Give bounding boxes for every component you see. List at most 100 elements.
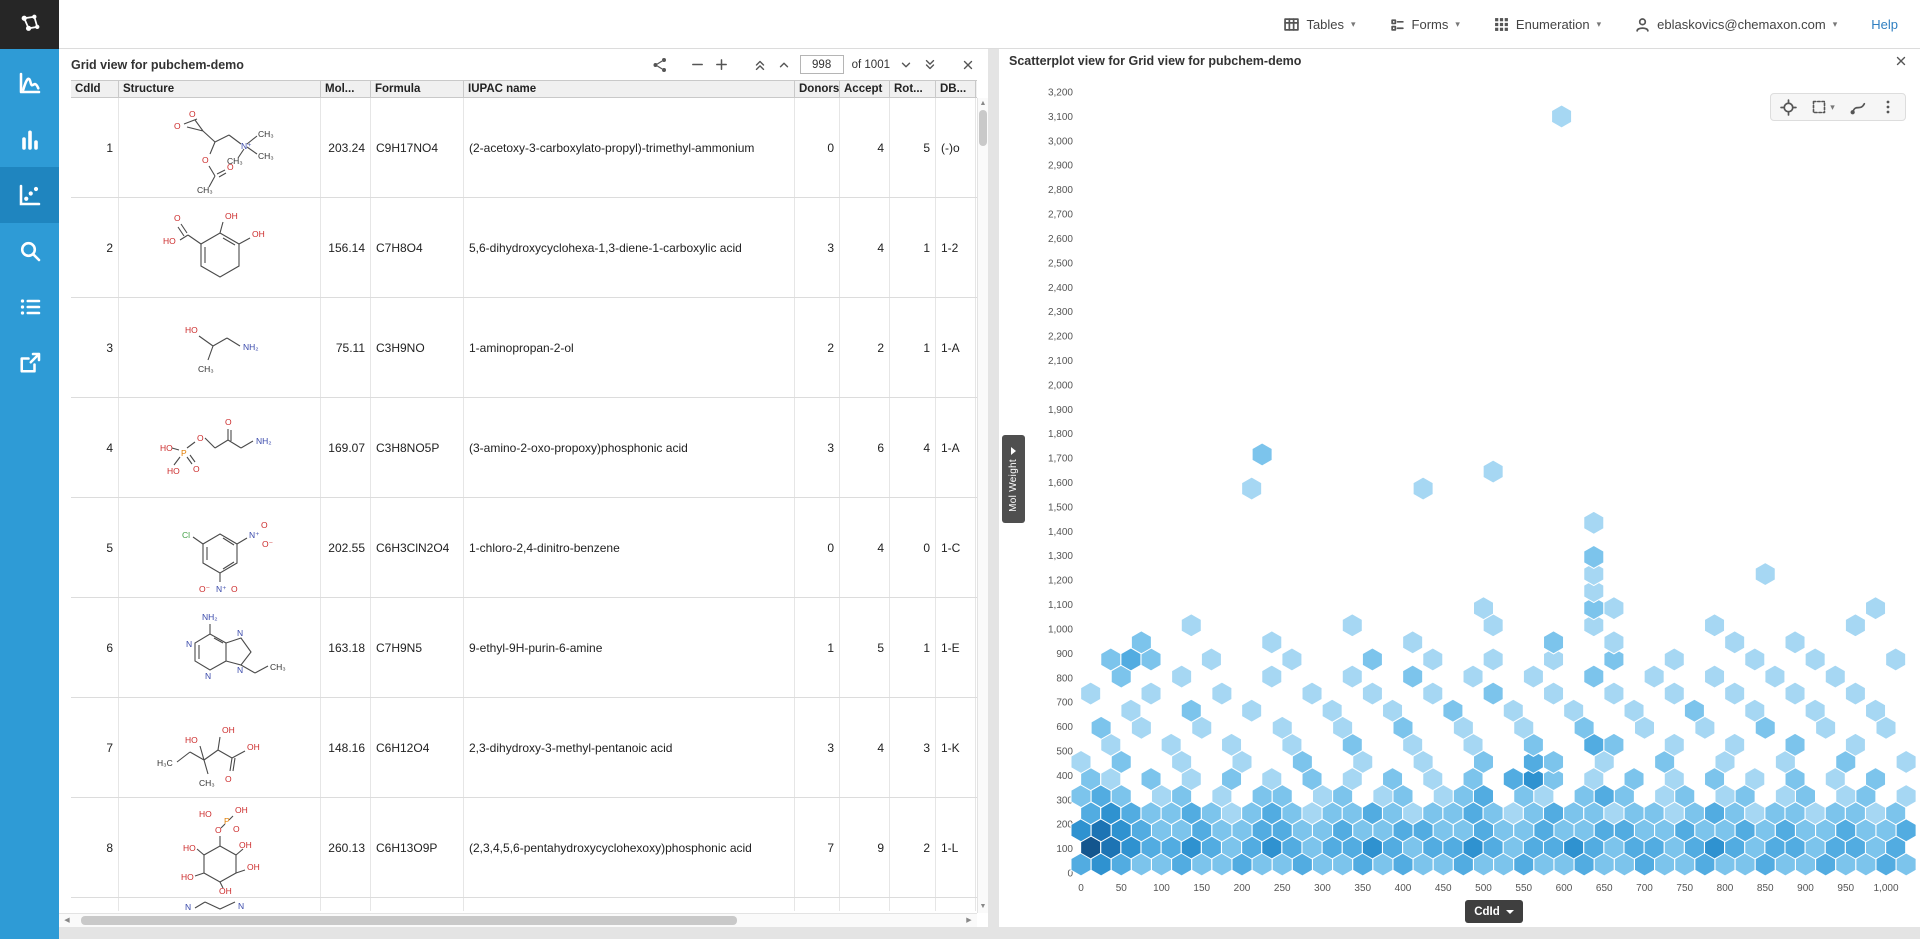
cell-structure[interactable]: NN	[119, 898, 321, 911]
cell-accept[interactable]: 2	[840, 298, 890, 397]
cell-db[interactable]: 1-A	[936, 298, 976, 397]
cell-db[interactable]: 1-A	[936, 398, 976, 497]
hexbin-cell[interactable]	[1212, 682, 1232, 705]
hexbin-cell[interactable]	[1242, 699, 1262, 722]
cell-iupac[interactable]	[464, 898, 795, 911]
cell-accept[interactable]: 4	[840, 98, 890, 197]
cell-mol[interactable]: 202.55	[321, 498, 371, 597]
cell-formula[interactable]: C6H13O9P	[371, 798, 464, 897]
nav-forms[interactable]: Forms ▾	[1390, 17, 1460, 32]
cell-formula[interactable]: C7H8O4	[371, 198, 464, 297]
cell-mol[interactable]: 163.18	[321, 598, 371, 697]
hexbin-cell[interactable]	[1131, 631, 1151, 654]
cell-donors[interactable]: 7	[795, 798, 840, 897]
hexbin-cell[interactable]	[1474, 597, 1494, 620]
hexbin-cell[interactable]	[1845, 682, 1865, 705]
header-cell-structure[interactable]: Structure	[119, 81, 321, 97]
table-row[interactable]: 5ClN⁺OO⁻N⁺O⁻O202.55C6H3ClN2O41-chloro-2,…	[71, 498, 977, 598]
hexbin-cell[interactable]	[1785, 682, 1805, 705]
scroll-down-arrow[interactable]: ▼	[978, 902, 988, 912]
hexbin-cell[interactable]	[1141, 682, 1161, 705]
hexbin-cell[interactable]	[1624, 768, 1644, 791]
hexbin-cell[interactable]	[1201, 648, 1221, 671]
hexbin-cell[interactable]	[1272, 716, 1292, 739]
table-row[interactable]: 7H₃CHOCH₃OHOOH148.16C6H12O42,3-dihydroxy…	[71, 698, 977, 798]
sidebar-item-distribution[interactable]	[0, 55, 59, 111]
cell-accept[interactable]: 4	[840, 698, 890, 797]
cell-cdid[interactable]: 4	[71, 398, 119, 497]
cell-mol[interactable]: 260.13	[321, 798, 371, 897]
hexbin-cell[interactable]	[1252, 443, 1272, 466]
hexbin-cell[interactable]	[1584, 665, 1604, 688]
cell-donors[interactable]: 2	[795, 298, 840, 397]
hexbin-cell[interactable]	[1161, 733, 1181, 756]
sidebar-item-list[interactable]	[0, 279, 59, 335]
cell-iupac[interactable]: (2,3,4,5,6-pentahydroxycyclohexoxy)phosp…	[464, 798, 795, 897]
hexbin-cell[interactable]	[1664, 733, 1684, 756]
cell-donors[interactable]: 0	[795, 498, 840, 597]
cell-donors[interactable]: 3	[795, 698, 840, 797]
nav-tables[interactable]: Tables ▾	[1284, 17, 1355, 32]
cell-formula[interactable]: C6H12O4	[371, 698, 464, 797]
cell-accept[interactable]: 9	[840, 798, 890, 897]
hexbin-cell[interactable]	[1483, 460, 1503, 483]
zoom-out-button[interactable]	[686, 54, 710, 76]
hexbin-cell[interactable]	[1886, 648, 1906, 671]
hexbin-cell[interactable]	[1725, 733, 1745, 756]
header-cell-accept[interactable]: Accept	[840, 81, 890, 97]
cell-formula[interactable]: C3H9NO	[371, 298, 464, 397]
hexbin-cell[interactable]	[1584, 545, 1604, 568]
pager-prev-button[interactable]	[772, 54, 796, 76]
cell-rot[interactable]: 4	[890, 398, 936, 497]
hexbin-cell[interactable]	[1866, 597, 1886, 620]
hexbin-cell[interactable]	[1564, 699, 1584, 722]
hexbin-cell[interactable]	[1101, 648, 1121, 671]
hexbin-cell[interactable]	[1604, 631, 1624, 654]
cell-cdid[interactable]	[71, 898, 119, 911]
cell-rot[interactable]: 1	[890, 598, 936, 697]
cell-db[interactable]: 1-C	[936, 498, 976, 597]
hexbin-cell[interactable]	[1755, 563, 1775, 586]
hexbin-cell[interactable]	[1544, 750, 1564, 773]
horizontal-scrollbar[interactable]: ◀ ▶	[59, 913, 977, 927]
header-cell-iupac[interactable]: IUPAC name	[464, 81, 795, 97]
hexbin-cell[interactable]	[1544, 682, 1564, 705]
table-row[interactable]: 4HOPHOOOONH₂169.07C3H8NO5P(3-amino-2-oxo…	[71, 398, 977, 498]
cell-formula[interactable]: C7H9N5	[371, 598, 464, 697]
cell-accept[interactable]: 6	[840, 398, 890, 497]
horizontal-scrollbar-thumb[interactable]	[81, 916, 737, 925]
hexbin-cell[interactable]	[1584, 511, 1604, 534]
cell-donors[interactable]: 3	[795, 398, 840, 497]
pager-last-button[interactable]	[918, 54, 942, 76]
cell-cdid[interactable]: 3	[71, 298, 119, 397]
cell-formula[interactable]: C9H17NO4	[371, 98, 464, 197]
hexbin-cell[interactable]	[1684, 699, 1704, 722]
cell-iupac[interactable]: (2-acetoxy-3-carboxylato-propyl)-trimeth…	[464, 98, 795, 197]
cell-cdid[interactable]: 2	[71, 198, 119, 297]
cell-mol[interactable]: 148.16	[321, 698, 371, 797]
sidebar-item-barchart[interactable]	[0, 111, 59, 167]
cell-donors[interactable]: 0	[795, 98, 840, 197]
cell-mol[interactable]: 169.07	[321, 398, 371, 497]
vertical-scrollbar-thumb[interactable]	[979, 110, 987, 146]
hexbin-cell[interactable]	[1845, 733, 1865, 756]
sidebar-item-export[interactable]	[0, 335, 59, 391]
hexbin-cell[interactable]	[1121, 699, 1141, 722]
hexbin-cell[interactable]	[1745, 768, 1765, 791]
cell-db[interactable]: 1-K	[936, 698, 976, 797]
cell-structure[interactable]: ClN⁺OO⁻N⁺O⁻O	[119, 498, 321, 597]
help-link[interactable]: Help	[1871, 17, 1898, 32]
table-row[interactable]: 3HONH₂CH₃75.11C3H9NO1-aminopropan-2-ol22…	[71, 298, 977, 398]
table-row[interactable]: 8HOOHOHHOOHOPHOOHO260.13C6H13O9P(2,3,4,5…	[71, 798, 977, 898]
nav-enumeration[interactable]: Enumeration ▾	[1494, 17, 1601, 32]
cell-iupac[interactable]: 1-chloro-2,4-dinitro-benzene	[464, 498, 795, 597]
hexbin-cell[interactable]	[1423, 648, 1443, 671]
cell-accept[interactable]: 5	[840, 598, 890, 697]
cell-cdid[interactable]: 5	[71, 498, 119, 597]
hexbin-cell[interactable]	[1443, 699, 1463, 722]
cell-cdid[interactable]: 7	[71, 698, 119, 797]
hexbin-cell[interactable]	[1413, 477, 1433, 500]
hexbin-cell[interactable]	[1383, 768, 1403, 791]
hexbin-cell[interactable]	[1664, 648, 1684, 671]
pager-first-button[interactable]	[748, 54, 772, 76]
